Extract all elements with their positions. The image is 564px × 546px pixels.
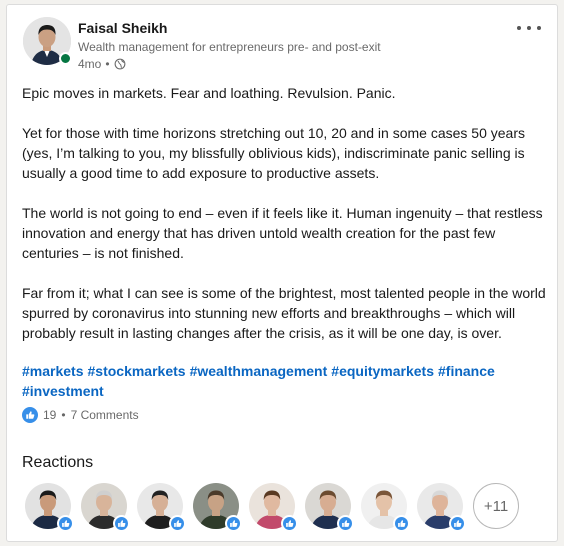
like-reaction-icon: [22, 407, 38, 423]
likes-count[interactable]: 19: [43, 408, 56, 422]
post-meta: 4mo •: [78, 57, 126, 71]
post-paragraph: Far from it; what I can see is some of t…: [22, 285, 546, 341]
more-reactors-button[interactable]: +11: [473, 483, 519, 529]
author-headline: Wealth management for entrepreneurs pre-…: [78, 40, 381, 54]
meta-separator: •: [105, 57, 110, 71]
like-badge-icon: [281, 515, 298, 532]
like-badge-icon: [225, 515, 242, 532]
reactor-avatar[interactable]: [193, 483, 242, 532]
more-options-icon[interactable]: [517, 21, 541, 35]
author-avatar[interactable]: [23, 17, 72, 65]
like-badge-icon: [113, 515, 130, 532]
reactor-avatar[interactable]: [137, 483, 186, 532]
like-badge-icon: [449, 515, 466, 532]
reactor-avatar[interactable]: [249, 483, 298, 532]
reactor-avatar[interactable]: [417, 483, 466, 532]
post-card: Faisal Sheikh Wealth management for entr…: [6, 4, 558, 542]
comments-count[interactable]: 7 Comments: [71, 408, 139, 422]
reactor-avatar[interactable]: [25, 483, 74, 532]
reactors-list: +11: [25, 483, 519, 532]
reactor-avatar[interactable]: [305, 483, 354, 532]
reactions-heading: Reactions: [22, 454, 94, 471]
reactor-avatar[interactable]: [81, 483, 130, 532]
online-status-icon: [59, 52, 72, 65]
post-paragraph: Yet for those with time horizons stretch…: [22, 125, 525, 181]
like-badge-icon: [169, 515, 186, 532]
globe-icon: [114, 58, 125, 70]
hashtag-link[interactable]: #markets: [22, 363, 84, 379]
count-separator: •: [61, 408, 66, 422]
like-badge-icon: [337, 515, 354, 532]
post-text: Epic moves in markets. Fear and loathing…: [22, 83, 547, 363]
dot: [527, 26, 531, 30]
hashtag-link[interactable]: #wealthmanagement: [190, 363, 328, 379]
author-name[interactable]: Faisal Sheikh: [78, 20, 167, 36]
post-time: 4mo: [78, 57, 102, 71]
dot: [517, 26, 521, 30]
social-counts: 19 • 7 Comments: [22, 407, 139, 423]
hashtag-list: #markets #stockmarkets #wealthmanagement #e…: [22, 361, 522, 401]
hashtag-link[interactable]: #finance: [438, 363, 495, 379]
hashtag-link[interactable]: #stockmarkets: [88, 363, 186, 379]
reactor-avatar[interactable]: [361, 483, 410, 532]
like-badge-icon: [393, 515, 410, 532]
post-paragraph: The world is not going to end – even if …: [22, 205, 543, 261]
like-badge-icon: [57, 515, 74, 532]
post-paragraph: Epic moves in markets. Fear and loathing…: [22, 85, 396, 101]
dot: [537, 26, 541, 30]
hashtag-link[interactable]: #equitymarkets: [331, 363, 434, 379]
hashtag-link[interactable]: #investment: [22, 383, 104, 399]
